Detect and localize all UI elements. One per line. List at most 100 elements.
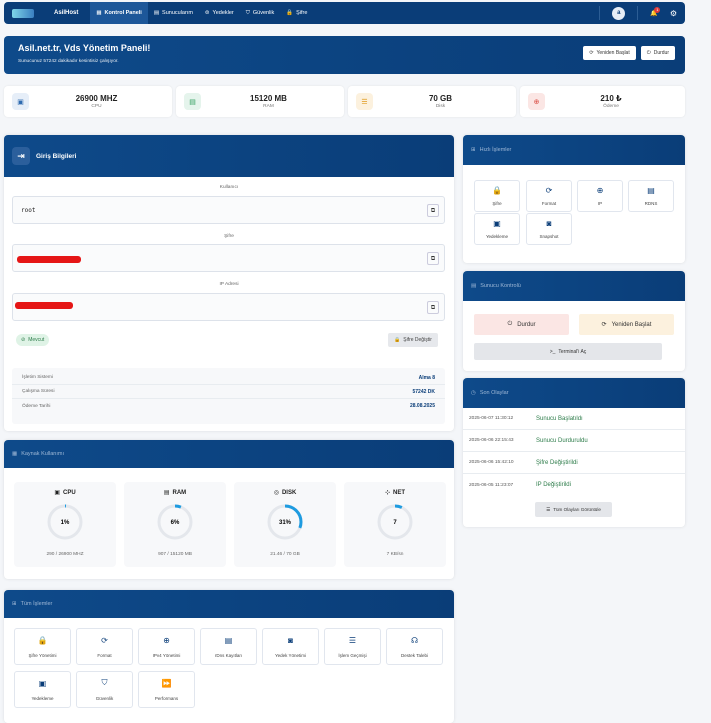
quick-action-5[interactable]: ▣ Yedekleme (474, 213, 520, 245)
server-info-table: İşletim Sistemi Alma 8 Çalışma Süresi 5724… (12, 368, 445, 424)
operation-item-2[interactable]: ⟳ Format (76, 628, 133, 665)
operation-item-6[interactable]: ☰ İşlem Geçmişi (324, 628, 381, 665)
gauge-label: 31% (279, 520, 292, 526)
logo[interactable] (12, 8, 34, 18)
refresh-icon: ⟳ (601, 322, 607, 328)
server-control-title: Sunucu Kontrolü (480, 283, 521, 289)
ip-redaction (15, 302, 73, 309)
control-stop-button[interactable]: ⏻ Durdur (474, 314, 569, 335)
fast-forward-icon: ⏩ (161, 678, 172, 688)
operation-item-10[interactable]: ⏩ Performans (138, 671, 195, 708)
event-row[interactable]: 2025-06-06 22:15:43 Sunucu Durduruldu (463, 430, 685, 452)
operation-item-9[interactable]: ⛉ Güvenlik (76, 671, 133, 708)
operation-item-4[interactable]: ▤ rDns Kayıtları (200, 628, 257, 665)
operation-item-5[interactable]: ◙ Yedek Yönetimi (262, 628, 319, 665)
restart-button[interactable]: ⟳ Yeniden Başlat (583, 46, 636, 60)
operation-label: Yedek Yönetimi (274, 652, 307, 658)
quick-action-4[interactable]: ▤ RDNS (628, 180, 674, 212)
stat-value: 210 ₺ (600, 94, 622, 103)
quick-action-label: IP (597, 201, 603, 206)
server-icon: ▤ (471, 283, 477, 289)
all-ops-title: Tüm İşlemler (20, 601, 53, 607)
notification-button[interactable]: 🔔 1 (650, 6, 661, 17)
operation-label: Performans (154, 695, 179, 701)
avatar[interactable]: a (612, 6, 626, 20)
terminal-icon: >_ (549, 348, 556, 355)
quick-action-2[interactable]: ⟳ Format (526, 180, 572, 212)
image-icon: ▣ (493, 219, 501, 228)
nav-item-security[interactable]: ⛉ Güvenlik (240, 2, 281, 24)
welcome-title: Asil.net.tr, Vds Yönetim Paneli! (18, 43, 151, 53)
check-circle-icon: ⊘ (21, 337, 26, 343)
user-label: Kullanıcı (219, 185, 239, 190)
operation-item-8[interactable]: ▣ Yedekleme (14, 671, 71, 708)
resource-detail: 290 / 26900 MHZ (46, 552, 84, 557)
password-redaction (17, 256, 81, 263)
login-card-title: Giriş Bilgileri (36, 152, 77, 160)
view-all-events-button[interactable]: ☰ Tüm Olayları Görüntüle (535, 502, 612, 517)
cpu-icon: ▣ (12, 93, 29, 110)
document-icon: ☰ (348, 635, 357, 645)
quick-action-6[interactable]: ◙ Snapshot (526, 213, 572, 245)
operation-item-3[interactable]: ⊕ IPv4 Yönetimi (138, 628, 195, 665)
headset-icon: ☊ (410, 635, 419, 645)
shield-icon: ⛉ (245, 9, 250, 16)
stat-label: CPU (91, 104, 102, 109)
copy-icon: ⧉ (430, 254, 436, 262)
nav-divider (637, 6, 639, 20)
operation-item-1[interactable]: 🔒 Şifre Yönetimi (14, 628, 71, 665)
database-icon: ☰ (356, 93, 373, 110)
terminal-button[interactable]: >_ Terminal'i Aç (474, 343, 662, 360)
stat-card-ram: ▤ 15120 MB RAM (176, 86, 344, 117)
brand-name[interactable]: AsilHost (54, 10, 78, 16)
event-row[interactable]: 2025-06-06 15:42:10 Şifre Değiştirildi (463, 452, 685, 474)
globe-icon: ⊕ (596, 186, 604, 195)
welcome-banner: Asil.net.tr, Vds Yönetim Paneli! Sunucun… (4, 36, 685, 74)
disk-icon: ◎ (273, 490, 279, 496)
status-badge: ⊘ Mevcut (16, 334, 50, 346)
operation-label: Güvenlik (95, 696, 114, 701)
stop-button[interactable]: ⏻ Durdur (640, 46, 675, 60)
refresh-icon: ⟳ (101, 635, 108, 645)
operation-label: İşlem Geçmişi (338, 652, 367, 658)
notification-badge: 1 (654, 6, 661, 13)
quick-action-label: Snapshot (539, 234, 559, 239)
user-value: root (21, 206, 36, 214)
settings-gear-icon[interactable]: ⚙ (670, 9, 677, 18)
events-title: Son Olaylar (479, 390, 509, 396)
quick-actions-title: Hızlı İşlemler (479, 147, 512, 153)
server-icon: ▤ (153, 10, 160, 16)
operation-item-7[interactable]: ☊ Destek Talebi (386, 628, 443, 665)
copy-icon: ⧉ (430, 206, 436, 214)
event-row[interactable]: 2025-06-05 11:23:07 IP Değiştirildi (463, 474, 685, 496)
power-icon: ⏻ (507, 321, 513, 327)
event-row[interactable]: 2025-06-07 11:30:12 Sunucu Başlatıldı (463, 408, 685, 430)
nav-item-backups[interactable]: ⊜ Yedekler (199, 2, 240, 24)
gauge-label: 1% (61, 520, 70, 526)
control-restart-button[interactable]: ⟳ Yeniden Başlat (579, 314, 674, 335)
change-password-button[interactable]: 🔒 Şifre Değiştir (388, 333, 438, 347)
quick-action-3[interactable]: ⊕ IP (577, 180, 623, 212)
nav-item-servers[interactable]: ▤ Sunucularım (148, 2, 199, 24)
quick-action-1[interactable]: 🔒 Şifre (474, 180, 520, 212)
server-control-card: ▤ Sunucu Kontrolü ⏻ Durdur ⟳ Yeniden Başlat… (463, 271, 685, 371)
copy-button[interactable]: ⧉ (427, 301, 439, 314)
copy-button[interactable]: ⧉ (427, 252, 439, 265)
nav-item-password[interactable]: 🔒 Şifre (280, 2, 313, 24)
dashboard-icon: ▦ (96, 10, 102, 16)
copy-button[interactable]: ⧉ (427, 204, 439, 217)
operation-label: Destek Talebi (401, 652, 428, 658)
password-field[interactable]: ⧉ (12, 244, 445, 272)
ip-label: IP Adresi (219, 282, 239, 287)
backup-icon: ⊜ (204, 10, 210, 16)
login-arrow-icon: ⇥ (12, 147, 30, 165)
gauge-disk: 31% (267, 504, 303, 540)
resource-card-title: Kaynak Kullanımı (21, 451, 65, 457)
resource-cpu: ▣ CPU 1% 290 / 26900 MHZ (14, 482, 116, 567)
user-field[interactable]: root ⧉ (12, 196, 445, 224)
operation-label: IPv4 Yönetimi (152, 652, 181, 658)
ip-field[interactable]: ⧉ (12, 293, 445, 321)
nav-item-dashboard[interactable]: ▦ Kontrol Paneli (90, 2, 148, 24)
lock-icon: 🔒 (286, 10, 294, 16)
refresh-icon: ⟳ (589, 50, 594, 56)
